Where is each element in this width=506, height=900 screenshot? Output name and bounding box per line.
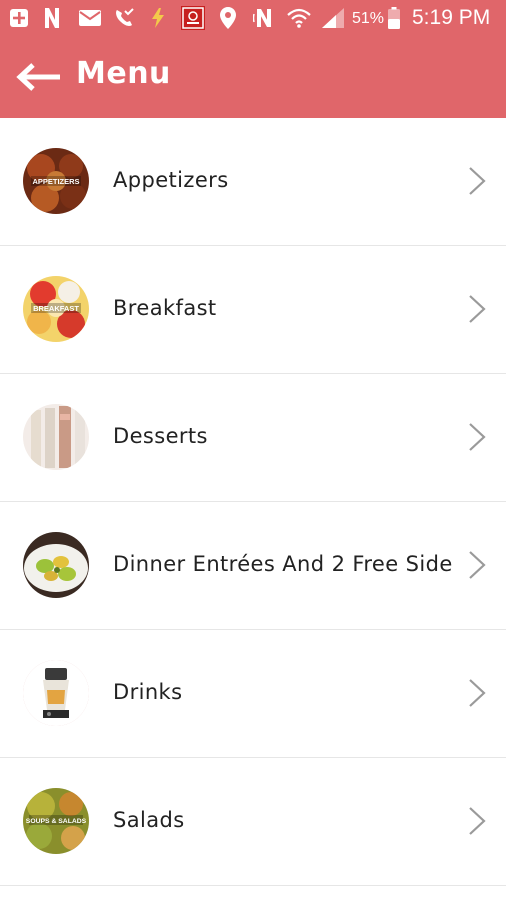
app-notification-icon <box>181 6 205 30</box>
clock: 5:19 PM <box>412 6 491 29</box>
menu-item-label: Drinks <box>113 680 183 704</box>
menu-item-drinks[interactable]: Drinks <box>0 630 506 758</box>
toolbar: Menu <box>0 36 506 118</box>
chevron-right-icon <box>469 295 486 323</box>
chevron-right-icon <box>469 551 486 579</box>
add-box-icon <box>8 7 30 29</box>
page-title: Menu <box>76 56 171 91</box>
breakfast-thumbnail: BREAKFAST <box>23 276 89 342</box>
menu-list: APPETIZERS Appetizers BREAKFAST Breakfas… <box>0 118 506 886</box>
chevron-right-icon <box>469 167 486 195</box>
missed-call-icon <box>112 7 136 29</box>
nfc-icon <box>252 7 276 29</box>
desserts-thumbnail <box>23 404 89 470</box>
menu-item-salads[interactable]: SOUPS & SALADS Salads <box>0 758 506 886</box>
appetizers-thumb-text: APPETIZERS <box>32 177 79 186</box>
menu-item-label: Salads <box>113 808 185 832</box>
menu-item-appetizers[interactable]: APPETIZERS Appetizers <box>0 118 506 246</box>
menu-item-desserts[interactable]: Desserts <box>0 374 506 502</box>
battery-icon <box>386 7 402 29</box>
netflix-icon <box>42 7 62 29</box>
status-bar: 51% 5:19 PM <box>0 0 506 36</box>
menu-item-label: Appetizers <box>113 168 229 192</box>
menu-item-breakfast[interactable]: BREAKFAST Breakfast <box>0 246 506 374</box>
signal-icon <box>320 7 346 29</box>
appetizers-thumbnail: APPETIZERS <box>23 148 89 214</box>
mail-icon <box>78 7 102 29</box>
arrow-left-icon <box>16 63 60 91</box>
salads-thumb-text: SOUPS & SALADS <box>26 818 87 825</box>
flash-icon <box>148 7 168 29</box>
salads-thumbnail: SOUPS & SALADS <box>23 788 89 854</box>
back-button[interactable] <box>10 54 66 100</box>
location-icon <box>218 7 238 29</box>
dinner-thumbnail <box>23 532 89 598</box>
menu-item-label: Breakfast <box>113 296 217 320</box>
app-header: 51% 5:19 PM Menu <box>0 0 506 118</box>
menu-item-label: Dinner Entrées And 2 Free Side <box>113 552 453 576</box>
menu-item-dinner-entrees[interactable]: Dinner Entrées And 2 Free Side <box>0 502 506 630</box>
battery-percent: 51% <box>352 10 385 27</box>
menu-item-label: Desserts <box>113 424 208 448</box>
wifi-icon <box>286 7 312 29</box>
chevron-right-icon <box>469 423 486 451</box>
breakfast-thumb-text: BREAKFAST <box>33 304 79 313</box>
chevron-right-icon <box>469 807 486 835</box>
chevron-right-icon <box>469 679 486 707</box>
drinks-thumbnail <box>23 660 89 726</box>
